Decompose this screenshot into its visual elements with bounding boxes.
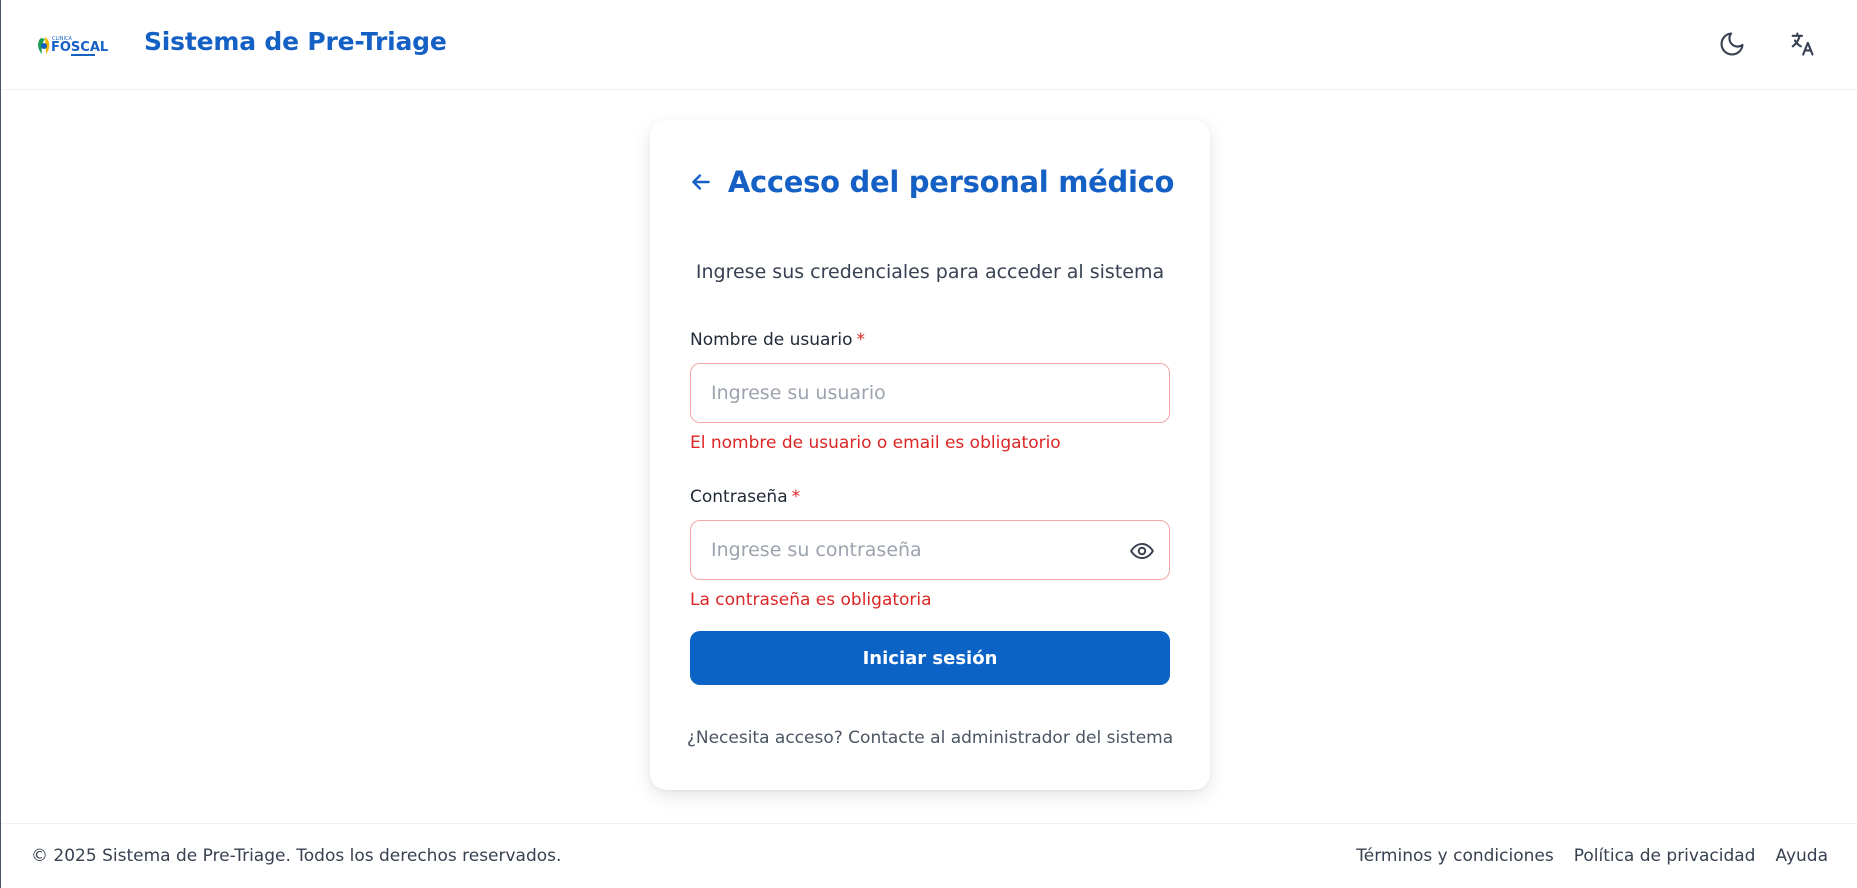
privacy-link[interactable]: Política de privacidad [1574, 846, 1756, 866]
clinic-logo: CLINICA FOSCAL [38, 36, 108, 56]
username-label-text: Nombre de usuario [690, 330, 853, 350]
username-input[interactable] [691, 364, 1169, 422]
required-mark: * [856, 330, 866, 350]
username-field [690, 363, 1170, 423]
toggle-password-visibility[interactable] [1129, 538, 1155, 564]
main-content: Acceso del personal médico Ingrese sus c… [1, 90, 1857, 823]
theme-toggle-button[interactable] [1715, 27, 1749, 61]
top-header: CLINICA FOSCAL Sistema de Pre-Triage [1, 0, 1857, 90]
back-button[interactable] [686, 167, 716, 197]
login-title: Acceso del personal médico [727, 165, 1175, 199]
login-submit-button[interactable]: Iniciar sesión [690, 631, 1170, 685]
username-label: Nombre de usuario * [690, 330, 865, 350]
login-subtitle: Ingrese sus credenciales para acceder al… [695, 261, 1165, 283]
password-label: Contraseña * [690, 487, 800, 507]
eye-icon [1130, 542, 1154, 560]
password-error: La contraseña es obligatoria [690, 590, 932, 610]
help-link[interactable]: Ayuda [1775, 846, 1828, 866]
svg-text:FOSCAL: FOSCAL [51, 40, 108, 55]
login-header: Acceso del personal médico [650, 165, 1210, 199]
terms-link[interactable]: Términos y condiciones [1356, 846, 1553, 866]
page-footer: © 2025 Sistema de Pre-Triage. Todos los … [1, 823, 1857, 888]
access-help-text: ¿Necesita acceso? Contacte al administra… [686, 728, 1174, 748]
login-card: Acceso del personal médico Ingrese sus c… [650, 120, 1210, 790]
password-field [690, 520, 1170, 580]
arrow-left-icon [692, 174, 710, 190]
username-error: El nombre de usuario o email es obligato… [690, 433, 1061, 453]
footer-links: Términos y condiciones Política de priva… [1356, 846, 1828, 866]
language-button[interactable] [1785, 27, 1819, 61]
translate-icon [1791, 32, 1814, 56]
app-root: CLINICA FOSCAL Sistema de Pre-Triage Acc… [0, 0, 1857, 888]
required-mark: * [791, 487, 801, 507]
moon-icon [1720, 32, 1744, 56]
password-label-text: Contraseña [690, 487, 788, 507]
password-input[interactable] [691, 521, 1169, 579]
copyright-text: © 2025 Sistema de Pre-Triage. Todos los … [31, 846, 562, 866]
app-title: Sistema de Pre-Triage [144, 27, 447, 56]
